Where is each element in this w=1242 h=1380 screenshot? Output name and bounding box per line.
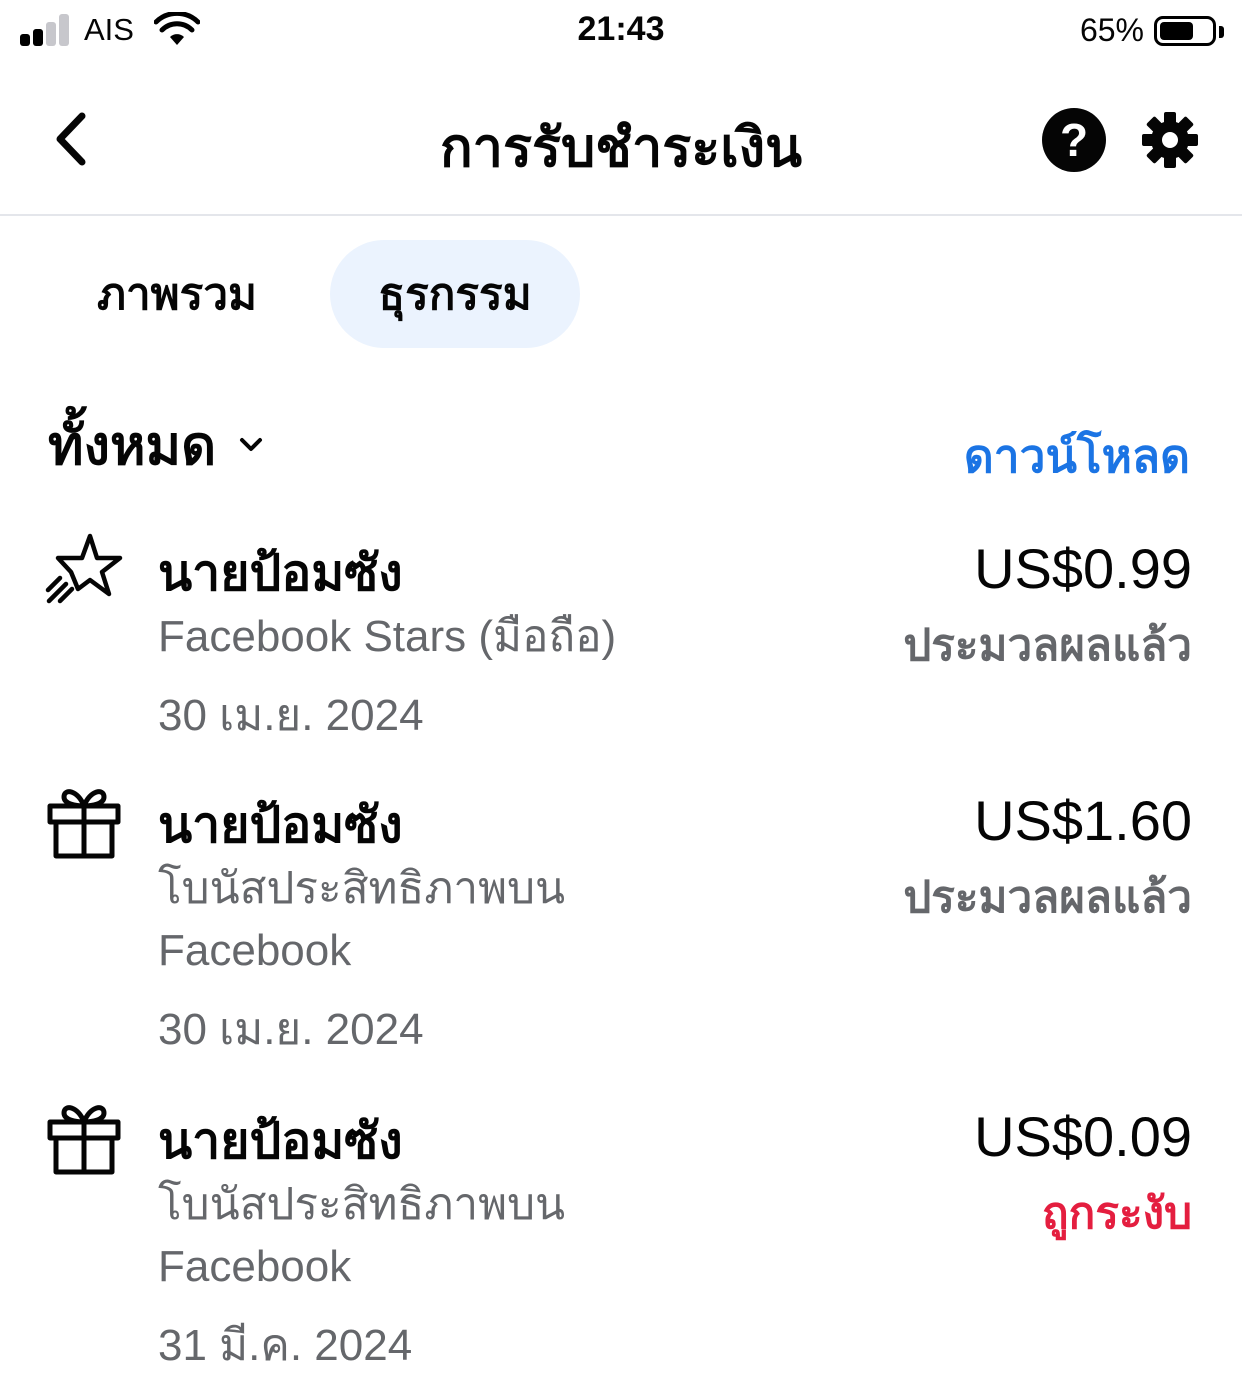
filter-dropdown[interactable]: ทั้งหมด <box>48 405 264 485</box>
transaction-description: Facebook Stars (มือถือ) <box>158 612 617 661</box>
transaction-amount: US$1.60 <box>974 789 1192 852</box>
status-bar: AIS 21:43 65% <box>0 0 1242 64</box>
transaction-date: 30 เม.ย. 2024 <box>158 1005 424 1054</box>
battery-tip <box>1219 26 1224 38</box>
transaction-name: นายป้อมซัง <box>158 544 403 602</box>
battery-icon <box>1154 16 1216 46</box>
tab-transactions[interactable]: ธุรกรรม <box>330 240 580 348</box>
tab-bar: ภาพรวม ธุรกรรม <box>0 240 1242 350</box>
chevron-down-icon <box>240 438 263 451</box>
transaction-status: ถูกระงับ <box>1042 1188 1192 1239</box>
settings-button[interactable] <box>1138 108 1202 172</box>
question-icon: ? <box>1059 114 1089 166</box>
star-icon <box>45 533 123 604</box>
transaction-description: โบนัสประสิทธิภาพบน Facebook <box>158 864 566 975</box>
tab-overview[interactable]: ภาพรวม <box>52 240 302 348</box>
clock: 21:43 <box>577 10 665 48</box>
transaction-row[interactable]: นายป้อมซัง โบนัสประสิทธิภาพบน Facebook 3… <box>0 772 1242 1062</box>
transaction-date: 30 เม.ย. 2024 <box>158 691 424 740</box>
transaction-date: 31 มี.ค. 2024 <box>158 1321 413 1370</box>
filter-label: ทั้งหมด <box>48 414 217 477</box>
battery-level-fill <box>1160 22 1193 40</box>
transaction-amount: US$0.09 <box>974 1105 1192 1168</box>
transaction-name: นายป้อมซัง <box>158 1112 403 1170</box>
transaction-description: โบนัสประสิทธิภาพบน Facebook <box>158 1180 566 1291</box>
transaction-amount: US$0.99 <box>974 537 1192 600</box>
navigation-bar: การรับชำระเงิน ? <box>0 64 1242 216</box>
transaction-row[interactable]: นายป้อมซัง Facebook Stars (มือถือ) 30 เม… <box>0 520 1242 750</box>
transaction-row[interactable]: นายป้อมซัง โบนัสประสิทธิภาพบน Facebook 3… <box>0 1088 1242 1370</box>
help-button[interactable]: ? <box>1042 108 1106 172</box>
transaction-status: ประมวลผลแล้ว <box>903 620 1192 671</box>
gift-icon <box>47 1105 121 1175</box>
battery-percentage: 65% <box>1079 12 1144 48</box>
download-link[interactable]: ดาวน์โหลด <box>964 420 1190 493</box>
gift-icon <box>47 789 121 859</box>
transaction-status: ประมวลผลแล้ว <box>903 872 1192 923</box>
transaction-name: นายป้อมซัง <box>158 796 403 854</box>
